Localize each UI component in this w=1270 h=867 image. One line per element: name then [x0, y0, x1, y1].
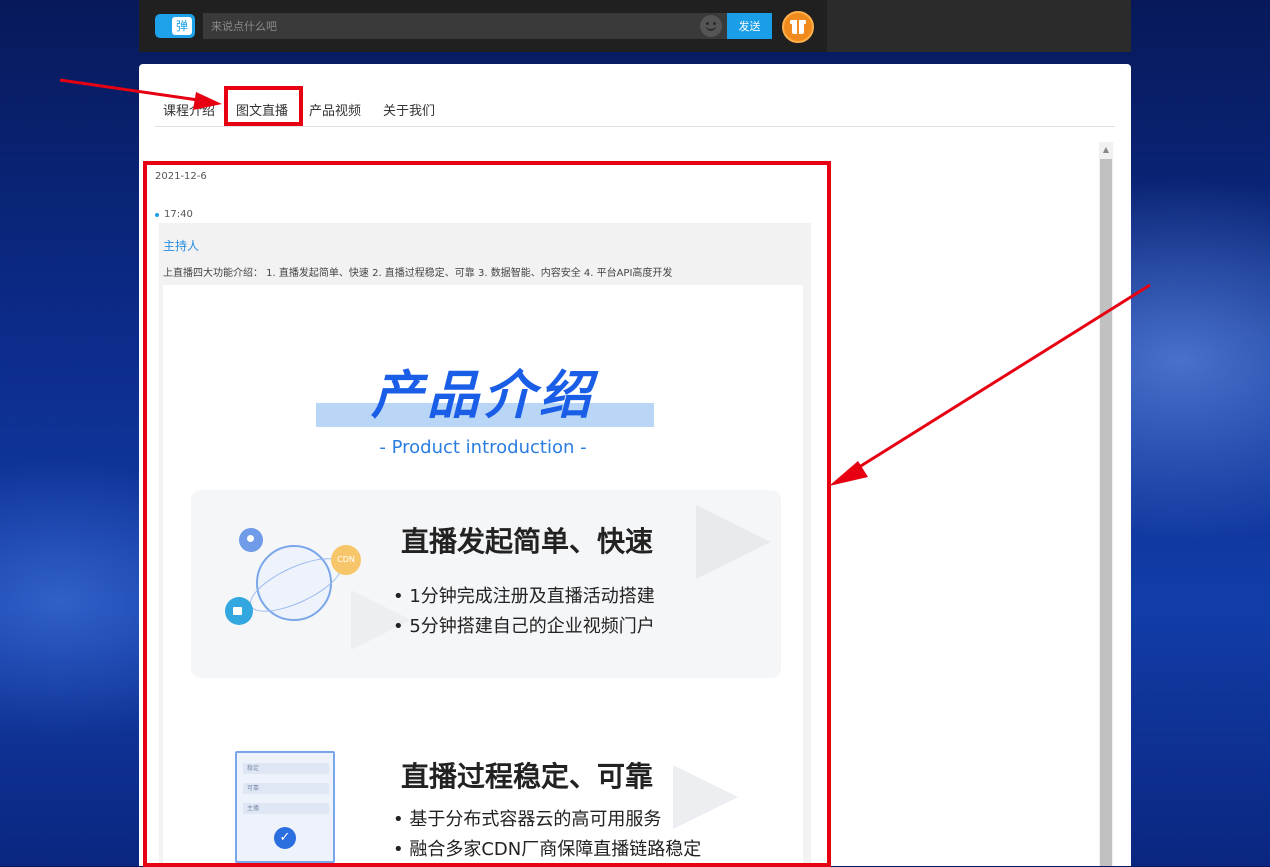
content-panel: 课程介绍 图文直播 产品视频 关于我们 ▲ 2021-12-6 17:40 主持… [139, 64, 1131, 867]
feed-date: 2021-12-6 [155, 171, 207, 182]
decor-triangle-icon [673, 765, 738, 829]
feed-time: 17:40 [164, 209, 193, 220]
tab-about-us[interactable]: 关于我们 [383, 100, 435, 119]
form-illustration-icon: 稳定 可靠 主播 ✓ [235, 751, 335, 863]
tab-image-text-live[interactable]: 图文直播 [236, 100, 288, 119]
decor-triangle-icon [696, 505, 771, 579]
player-chat-bar: 弹 发送 [139, 0, 1131, 52]
checkmark-icon: ✓ [274, 827, 296, 849]
send-button[interactable]: 发送 [727, 13, 772, 39]
product-intro-image[interactable]: 产品介绍 - Product introduction - CDN 直播发起简单… [163, 285, 803, 863]
feed-scrollbar[interactable]: ▲ [1099, 142, 1113, 866]
scroll-up-arrow-icon[interactable]: ▲ [1099, 142, 1113, 158]
video-camera-icon [225, 597, 253, 625]
tab-product-video[interactable]: 产品视频 [309, 100, 361, 119]
emoji-icon[interactable] [700, 15, 722, 37]
gift-icon[interactable] [782, 11, 814, 43]
danmu-toggle-label: 弹 [172, 17, 192, 35]
poster-subtitle: - Product introduction - [379, 437, 587, 458]
cdn-icon: CDN [331, 545, 361, 575]
timeline-dot-icon [155, 213, 159, 217]
poster-title: 产品介绍 [370, 366, 595, 426]
feature-card-quick-start: CDN 直播发起简单、快速 • 1分钟完成注册及直播活动搭建 • 5分钟搭建自己… [191, 490, 781, 678]
live-feed: 2021-12-6 17:40 主持人 上直播四大功能介绍： 1. 直播发起简单… [143, 161, 831, 867]
feature-bullet: • 融合多家CDN厂商保障直播链路稳定 [393, 839, 702, 860]
location-pin-icon [239, 528, 263, 552]
globe-icon [256, 545, 332, 621]
feature-title: 直播发起简单、快速 [401, 525, 654, 558]
feature-bullet: • 基于分布式容器云的高可用服务 [393, 809, 662, 830]
danmu-toggle-button[interactable]: 弹 [155, 14, 195, 38]
message-author: 主持人 [163, 239, 200, 253]
tab-bar: 课程介绍 图文直播 产品视频 关于我们 [155, 86, 1115, 127]
scroll-thumb[interactable] [1100, 159, 1112, 866]
chat-input[interactable] [203, 13, 727, 39]
feature-bullet: • 1分钟完成注册及直播活动搭建 [393, 586, 655, 607]
feature-bullet: • 5分钟搭建自己的企业视频门户 [393, 616, 655, 637]
tab-course-intro[interactable]: 课程介绍 [163, 100, 215, 119]
feed-message: 主持人 上直播四大功能介绍： 1. 直播发起简单、快速 2. 直播过程稳定、可靠… [159, 223, 811, 863]
message-text: 上直播四大功能介绍： 1. 直播发起简单、快速 2. 直播过程稳定、可靠 3. … [163, 268, 673, 279]
feature-title: 直播过程稳定、可靠 [401, 760, 654, 793]
chat-bar-inner: 弹 发送 [139, 0, 827, 52]
